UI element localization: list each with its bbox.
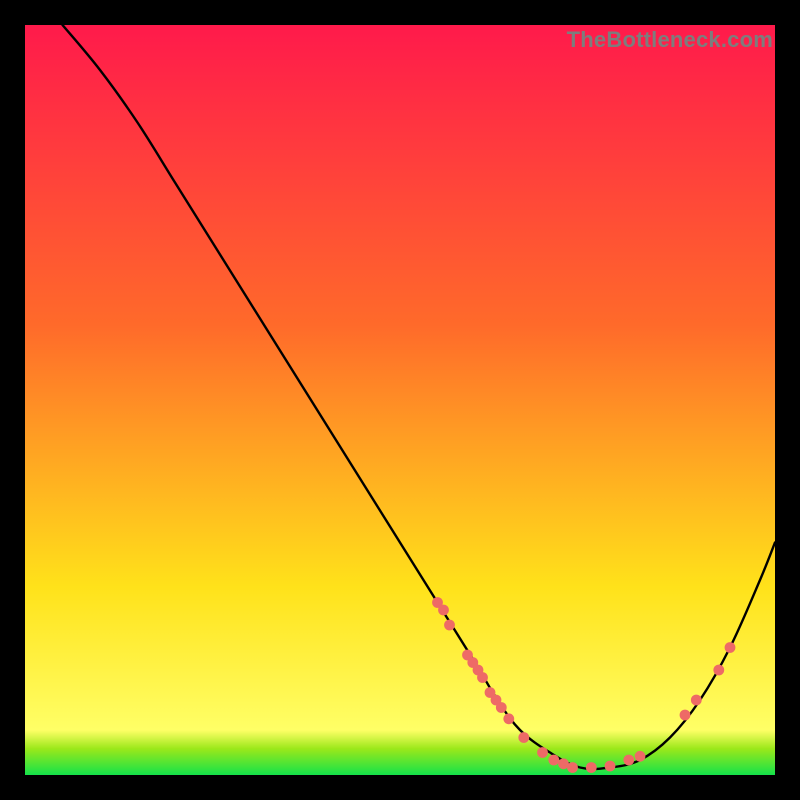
data-marker <box>605 761 616 772</box>
data-marker <box>680 710 691 721</box>
watermark-text: TheBottleneck.com <box>567 27 773 53</box>
data-marker <box>496 702 507 713</box>
data-marker <box>567 762 578 773</box>
data-marker <box>586 762 597 773</box>
data-marker <box>623 755 634 766</box>
data-marker <box>635 751 646 762</box>
data-marker <box>691 695 702 706</box>
data-marker <box>713 665 724 676</box>
data-marker <box>503 713 514 724</box>
data-markers <box>25 25 775 775</box>
data-marker <box>444 620 455 631</box>
data-marker <box>548 755 559 766</box>
data-marker <box>537 747 548 758</box>
chart-frame: TheBottleneck.com <box>25 25 775 775</box>
data-marker <box>438 605 449 616</box>
data-marker <box>518 732 529 743</box>
data-marker <box>725 642 736 653</box>
data-marker <box>477 672 488 683</box>
